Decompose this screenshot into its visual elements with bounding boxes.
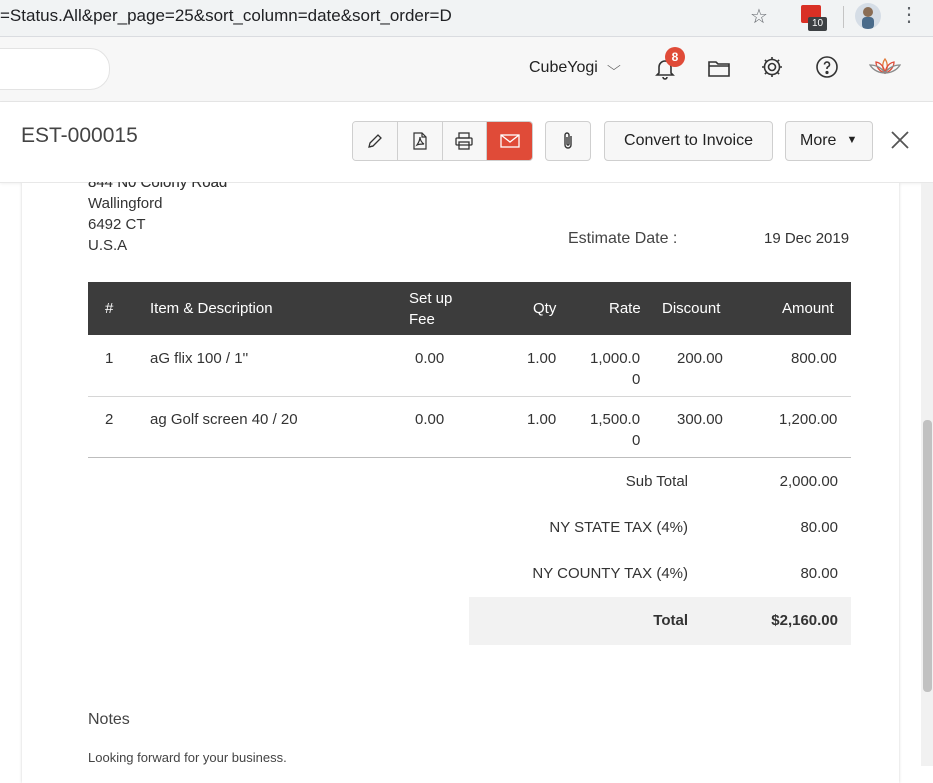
table-cell-rate: 1,000.0 xyxy=(590,350,641,367)
county-tax-label: NY COUNTY TAX (4%) xyxy=(532,565,688,582)
row-divider xyxy=(88,396,851,397)
paperclip-icon xyxy=(564,132,572,149)
subtotal-value: 2,000.00 xyxy=(779,473,838,490)
address-line: Wallingford xyxy=(88,195,163,212)
estimate-document xyxy=(22,183,899,783)
close-icon[interactable] xyxy=(889,129,911,151)
edit-button-top[interactable] xyxy=(353,122,398,160)
pdf-icon xyxy=(413,132,427,150)
printer-icon xyxy=(455,132,474,150)
subtotal-label: Sub Total xyxy=(625,473,688,490)
browser-menu-icon[interactable]: ⋮ xyxy=(899,3,919,27)
col-header-setup-2: Fee xyxy=(409,311,435,328)
scrollbar-thumb[interactable] xyxy=(923,420,932,692)
table-cell-discount: 200.00 xyxy=(677,350,723,367)
col-header-item: Item & Description xyxy=(150,300,273,317)
email-button-top[interactable] xyxy=(487,122,532,160)
more-button-top[interactable]: More ▼ xyxy=(785,121,873,161)
state-tax-label: NY STATE TAX (4%) xyxy=(549,519,688,536)
profile-avatar[interactable] xyxy=(855,3,881,29)
app-header xyxy=(0,37,933,102)
estimate-date-label: Estimate Date : xyxy=(568,230,678,247)
table-cell-num: 2 xyxy=(105,411,114,428)
col-header-num: # xyxy=(105,300,114,317)
col-header-amount: Amount xyxy=(782,300,834,317)
bookmark-star-icon[interactable]: ☆ xyxy=(750,4,768,29)
table-cell-rate: 1,500.0 xyxy=(590,411,641,428)
total-label: Total xyxy=(653,612,688,629)
col-header-setup: Set up xyxy=(409,290,453,307)
notes-heading: Notes xyxy=(88,711,130,728)
action-button-group-top xyxy=(352,121,533,161)
address-line: 6492 CT xyxy=(88,216,146,233)
table-cell-rate-wrap: 0 xyxy=(632,371,641,388)
col-header-rate: Rate xyxy=(609,300,641,317)
convert-to-invoice-button-top[interactable]: Convert to Invoice xyxy=(604,121,773,161)
more-label: More xyxy=(800,132,837,149)
pdf-button-top[interactable] xyxy=(397,122,443,160)
table-cell-item[interactable]: ag Golf screen 40 / 20 xyxy=(150,411,298,428)
mail-icon xyxy=(499,134,520,148)
table-cell-qty: 1.00 xyxy=(527,350,557,367)
chevron-down-icon[interactable]: ⌵ xyxy=(607,58,621,74)
table-cell-discount: 300.00 xyxy=(677,411,723,428)
table-cell-num: 1 xyxy=(105,350,114,367)
help-icon[interactable] xyxy=(815,55,839,79)
address-line-clipped: 844 N0 Colony Road xyxy=(88,182,227,191)
address-bar-url[interactable]: =Status.All&per_page=25&sort_column=date… xyxy=(0,6,452,26)
gear-icon[interactable] xyxy=(760,55,784,79)
items-table-header: # Item & Description Set up Fee Qty Rate… xyxy=(88,282,851,335)
estimate-date-value: 19 Dec 2019 xyxy=(764,230,850,247)
lotus-logo-icon[interactable] xyxy=(866,55,904,79)
toolbar-divider xyxy=(843,6,844,28)
extension-badge: 10 xyxy=(808,17,827,31)
col-header-discount: Discount xyxy=(662,300,721,317)
print-button-top[interactable] xyxy=(442,122,488,160)
page-title-text: EST-000015 xyxy=(21,124,138,147)
notification-badge: 8 xyxy=(665,47,685,67)
folder-icon[interactable] xyxy=(707,56,731,80)
table-cell-setup: 0.00 xyxy=(415,411,445,428)
table-cell-rate-wrap: 0 xyxy=(632,432,641,449)
table-cell-setup: 0.00 xyxy=(415,350,445,367)
address-line-partial: 844 N0 Colony Road xyxy=(88,182,228,191)
pencil-icon xyxy=(367,134,382,148)
table-cell-amount: 800.00 xyxy=(791,350,837,367)
county-tax-value: 80.00 xyxy=(800,565,838,582)
organization-name[interactable]: CubeYogi xyxy=(529,59,598,77)
col-header-qty: Qty xyxy=(533,300,557,317)
state-tax-value: 80.00 xyxy=(800,519,838,536)
attach-button-top[interactable] xyxy=(545,121,591,161)
table-cell-item[interactable]: aG flix 100 / 1'' xyxy=(150,350,248,367)
notes-text: Looking forward for your business. xyxy=(88,750,287,765)
total-value: $2,160.00 xyxy=(771,612,838,629)
address-line: U.S.A xyxy=(88,237,128,254)
table-cell-amount: 1,200.00 xyxy=(779,411,838,428)
caret-down-icon: ▼ xyxy=(846,134,858,146)
table-cell-qty: 1.00 xyxy=(527,411,557,428)
search-input[interactable] xyxy=(0,48,110,90)
row-divider xyxy=(88,457,851,458)
